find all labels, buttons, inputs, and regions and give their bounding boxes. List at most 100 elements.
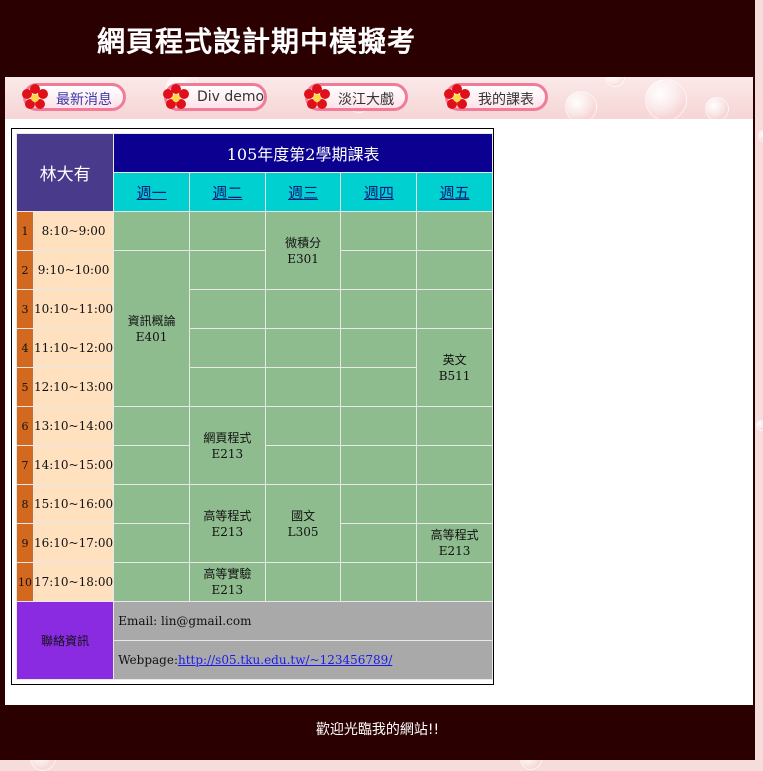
- site-title: 網頁程式設計期中模擬考: [97, 25, 417, 58]
- course-cell: 英文 B511: [416, 328, 493, 407]
- period-time: 10:10~11:00: [32, 289, 115, 329]
- period-time: 12:10~13:00: [32, 367, 115, 407]
- course-name: 國文: [291, 508, 316, 523]
- empty-cell: [340, 406, 418, 446]
- contact-email: Email: lin@gmail.com: [113, 601, 493, 641]
- empty-cell: [264, 445, 342, 485]
- empty-cell: [188, 250, 266, 290]
- period-number: 3: [16, 289, 34, 329]
- period-time: 8:10~9:00: [32, 211, 115, 251]
- course-room: E213: [211, 524, 244, 539]
- empty-cell: [340, 211, 418, 251]
- course-name: 高等程式: [430, 528, 479, 542]
- empty-cell: [416, 250, 493, 290]
- day-header: 週四: [340, 172, 418, 212]
- schedule-table: 林大有 105年度第2學期課表 週一 週二 週三 週四 週五 1 8:10~9:…: [15, 133, 493, 680]
- empty-cell: [416, 445, 493, 485]
- course-room: L305: [287, 524, 319, 539]
- course-room: E213: [211, 583, 244, 597]
- red-flower-icon: [163, 84, 189, 109]
- day-header: 週三: [264, 172, 342, 212]
- nav-item-div-demo[interactable]: Div demo: [163, 83, 267, 111]
- course-room: E401: [135, 329, 168, 344]
- course-name: 資訊概論: [127, 313, 176, 328]
- empty-cell: [340, 523, 418, 563]
- course-cell: 國文 L305: [264, 484, 342, 563]
- empty-cell: [188, 211, 266, 251]
- schedule-title: 105年度第2學期課表: [113, 133, 493, 173]
- period-time: 15:10~16:00: [32, 484, 115, 524]
- course-cell: 高等實驗 E213: [188, 562, 266, 602]
- empty-cell: [416, 562, 493, 602]
- empty-cell: [340, 562, 418, 602]
- empty-cell: [340, 484, 418, 524]
- empty-cell: [113, 523, 190, 563]
- period-number: 2: [16, 250, 34, 290]
- day-header: 週二: [188, 172, 266, 212]
- course-name: 微積分: [285, 235, 322, 250]
- course-name: 英文: [442, 352, 467, 367]
- course-room: E213: [211, 446, 244, 461]
- owner-name: 林大有: [15, 133, 115, 212]
- empty-cell: [188, 289, 266, 329]
- period-number: 8: [16, 484, 34, 524]
- empty-cell: [113, 562, 190, 602]
- course-cell: 網頁程式 E213: [188, 406, 266, 485]
- nav-item-latest-news[interactable]: 最新消息: [22, 83, 126, 111]
- nav-item-tku-drama[interactable]: 淡江大戲: [304, 83, 408, 111]
- main-content: 林大有 105年度第2學期課表 週一 週二 週三 週四 週五 1 8:10~9:…: [5, 119, 753, 705]
- red-flower-icon: [304, 84, 330, 109]
- period-time: 14:10~15:00: [32, 445, 115, 485]
- course-name: 高等程式: [203, 508, 252, 523]
- empty-cell: [416, 406, 493, 446]
- day-header: 週一: [113, 172, 190, 212]
- webpage-link[interactable]: http://s05.tku.edu.tw/~123456789/: [178, 653, 392, 667]
- empty-cell: [340, 445, 418, 485]
- red-flower-icon: [22, 84, 48, 109]
- period-number: 4: [16, 328, 34, 368]
- period-number: 6: [16, 406, 34, 446]
- schedule-container: 林大有 105年度第2學期課表 週一 週二 週三 週四 週五 1 8:10~9:…: [11, 128, 494, 685]
- nav-item-label: Div demo: [197, 89, 265, 105]
- period-time: 9:10~10:00: [32, 250, 115, 290]
- empty-cell: [113, 445, 190, 485]
- empty-cell: [340, 250, 418, 290]
- period-number: 5: [16, 367, 34, 407]
- empty-cell: [188, 367, 266, 407]
- course-cell: 資訊概論 E401: [113, 250, 190, 407]
- course-cell: 高等程式 E213: [416, 523, 493, 563]
- course-cell: 微積分 E301: [264, 211, 342, 290]
- empty-cell: [113, 484, 190, 524]
- red-flower-icon: [444, 84, 470, 109]
- empty-cell: [188, 328, 266, 368]
- nav-item-label: 我的課表: [478, 92, 534, 108]
- period-time: 11:10~12:00: [32, 328, 115, 368]
- course-room: E213: [438, 544, 471, 558]
- empty-cell: [340, 367, 418, 407]
- empty-cell: [113, 211, 190, 251]
- period-time: 17:10~18:00: [32, 562, 115, 602]
- empty-cell: [416, 289, 493, 329]
- period-number: 7: [16, 445, 34, 485]
- nav-item-label: 淡江大戲: [338, 92, 394, 108]
- period-number: 1: [16, 211, 34, 251]
- empty-cell: [416, 484, 493, 524]
- period-time: 16:10~17:00: [32, 523, 115, 563]
- period-number: 9: [16, 523, 34, 563]
- course-name: 高等實驗: [203, 567, 252, 581]
- empty-cell: [113, 406, 190, 446]
- empty-cell: [264, 289, 342, 329]
- contact-webpage: Webpage:http://s05.tku.edu.tw/~123456789…: [113, 640, 493, 680]
- empty-cell: [416, 211, 493, 251]
- empty-cell: [340, 328, 418, 368]
- nav-item-my-schedule[interactable]: 我的課表: [444, 83, 548, 111]
- course-room: E301: [287, 251, 319, 266]
- nav-bar: 最新消息 Div demo 淡江大戲 我的課表: [5, 77, 753, 119]
- course-name: 網頁程式: [203, 430, 252, 445]
- nav-item-label: 最新消息: [56, 92, 112, 108]
- footer-message: 歡迎光臨我的網站!!: [315, 722, 440, 738]
- course-room: B511: [438, 368, 471, 383]
- empty-cell: [264, 367, 342, 407]
- day-header: 週五: [416, 172, 493, 212]
- empty-cell: [264, 562, 342, 602]
